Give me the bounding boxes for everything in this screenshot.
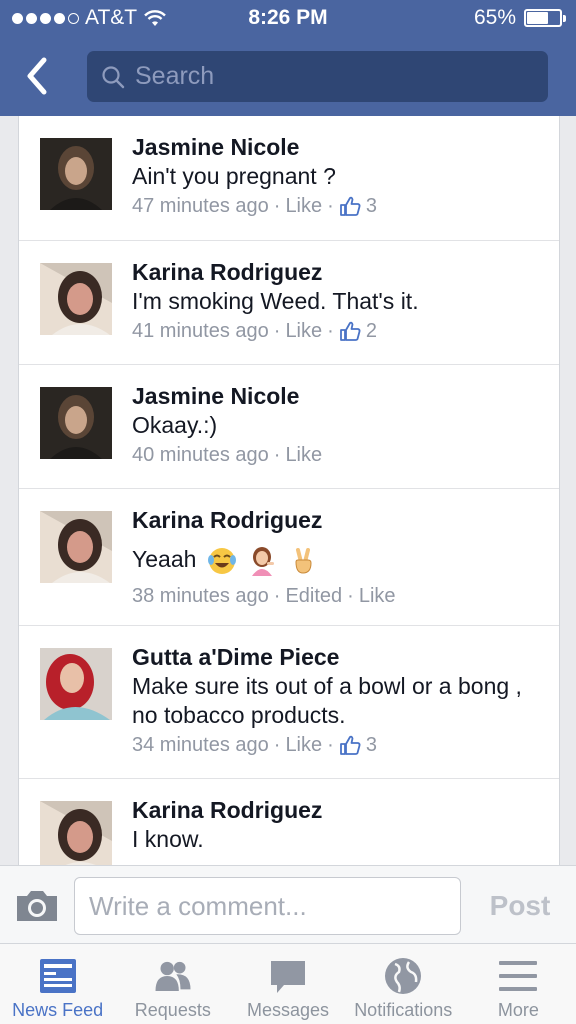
thumbs-up-icon [339, 321, 361, 341]
comment-input[interactable] [74, 877, 461, 935]
menu-icon [499, 961, 538, 991]
chevron-left-icon [27, 57, 47, 95]
battery-level [527, 12, 548, 24]
commenter-name[interactable]: Gutta a'Dime Piece [132, 642, 545, 672]
avatar[interactable] [40, 511, 112, 583]
tab-bar: News Feed Requests Messages Notification… [0, 943, 576, 1024]
comment-meta: 47 minutes ago · Like · 3 [132, 191, 545, 221]
comment-text: Ain't you pregnant ? [132, 163, 336, 189]
comment-list[interactable]: Jasmine Nicole Ain't you pregnant ? 47 m… [18, 116, 560, 865]
like-count[interactable]: 2 [366, 316, 377, 346]
comment-text: I know. [132, 826, 204, 852]
avatar[interactable] [40, 648, 112, 720]
comment-item: Karina Rodriguez I'm smoking Weed. That'… [19, 241, 559, 365]
like-count[interactable]: 3 [366, 191, 377, 221]
comment-meta: 40 minutes ago · Like [132, 440, 545, 470]
camera-button[interactable] [14, 888, 60, 924]
commenter-name[interactable]: Karina Rodriguez [132, 795, 545, 825]
like-link[interactable]: Like [285, 316, 322, 346]
avatar[interactable] [40, 138, 112, 210]
tears-of-joy-emoji-icon [207, 547, 236, 574]
news-feed-icon [39, 959, 76, 993]
camera-icon [17, 891, 57, 921]
thumbs-up-icon [339, 735, 361, 755]
tab-label: News Feed [12, 1000, 104, 1020]
friend-requests-icon [155, 961, 191, 991]
comment-item: Karina Rodriguez Yeaah 38 minutes ago · … [19, 489, 559, 626]
comment-meta: 38 minutes ago · Edited · Like [132, 581, 545, 611]
comment-item: Jasmine Nicole Okaay.:) 40 minutes ago ·… [19, 365, 559, 489]
like-link[interactable]: Like [285, 730, 322, 760]
comment-text: Yeaah [132, 546, 197, 572]
avatar[interactable] [40, 263, 112, 335]
search-icon [102, 65, 125, 88]
edited-label[interactable]: Edited [285, 581, 342, 611]
information-desk-person-emoji-icon [252, 546, 275, 576]
commenter-name[interactable]: Karina Rodriguez [132, 257, 545, 287]
search-bar[interactable]: Search [87, 51, 548, 102]
search-placeholder: Search [135, 62, 215, 90]
comment-item: Karina Rodriguez I know. [19, 779, 559, 865]
comment-item: Gutta a'Dime Piece Make sure its out of … [19, 626, 559, 779]
comment-meta: 41 minutes ago · Like · 2 [132, 316, 545, 346]
comment-time[interactable]: 40 minutes ago [132, 440, 269, 470]
comment-item: Jasmine Nicole Ain't you pregnant ? 47 m… [19, 116, 559, 241]
tab-requests[interactable]: Requests [115, 944, 230, 1024]
like-link[interactable]: Like [285, 191, 322, 221]
comment-composer: Post [0, 865, 576, 943]
post-button[interactable]: Post [480, 886, 560, 926]
comment-time[interactable]: 41 minutes ago [132, 316, 269, 346]
comment-time[interactable]: 38 minutes ago [132, 581, 269, 611]
status-bar: AT&T 8:26 PM 65% [0, 0, 576, 38]
like-link[interactable]: Like [285, 440, 322, 470]
tab-label: More [497, 1000, 539, 1020]
tab-label: Notifications [354, 1000, 453, 1020]
globe-icon [385, 958, 422, 994]
avatar[interactable] [40, 387, 112, 459]
thumbs-up-icon [339, 196, 361, 216]
comment-text: Make sure its out of a bowl or a bong , … [132, 673, 522, 728]
tab-more[interactable]: More [461, 944, 576, 1024]
tab-news-feed[interactable]: News Feed [0, 944, 115, 1024]
comment-text-row: Yeaah [132, 541, 545, 577]
commenter-name[interactable]: Karina Rodriguez [132, 505, 545, 535]
battery-percent: 65% [473, 6, 516, 29]
tab-notifications[interactable]: Notifications [346, 944, 461, 1024]
top-bar: AT&T 8:26 PM 65% Search [0, 0, 576, 116]
comment-time[interactable]: 34 minutes ago [132, 730, 269, 760]
comment-text: I'm smoking Weed. That's it. [132, 288, 419, 314]
tab-label: Requests [134, 1000, 211, 1020]
comment-meta: 34 minutes ago · Like · 3 [132, 730, 545, 760]
comment-text: Okaay.:) [132, 412, 218, 438]
tab-label: Messages [246, 1000, 330, 1020]
battery-icon [524, 9, 566, 27]
comment-time[interactable]: 47 minutes ago [132, 191, 269, 221]
messages-icon [271, 961, 305, 993]
victory-hand-emoji-icon [295, 547, 312, 574]
back-button[interactable] [22, 54, 62, 98]
battery-area: 65% [473, 6, 566, 30]
like-link[interactable]: Like [359, 581, 396, 611]
tab-messages[interactable]: Messages [230, 944, 345, 1024]
commenter-name[interactable]: Jasmine Nicole [132, 132, 545, 162]
avatar[interactable] [40, 801, 112, 865]
like-count[interactable]: 3 [366, 730, 377, 760]
commenter-name[interactable]: Jasmine Nicole [132, 381, 545, 411]
